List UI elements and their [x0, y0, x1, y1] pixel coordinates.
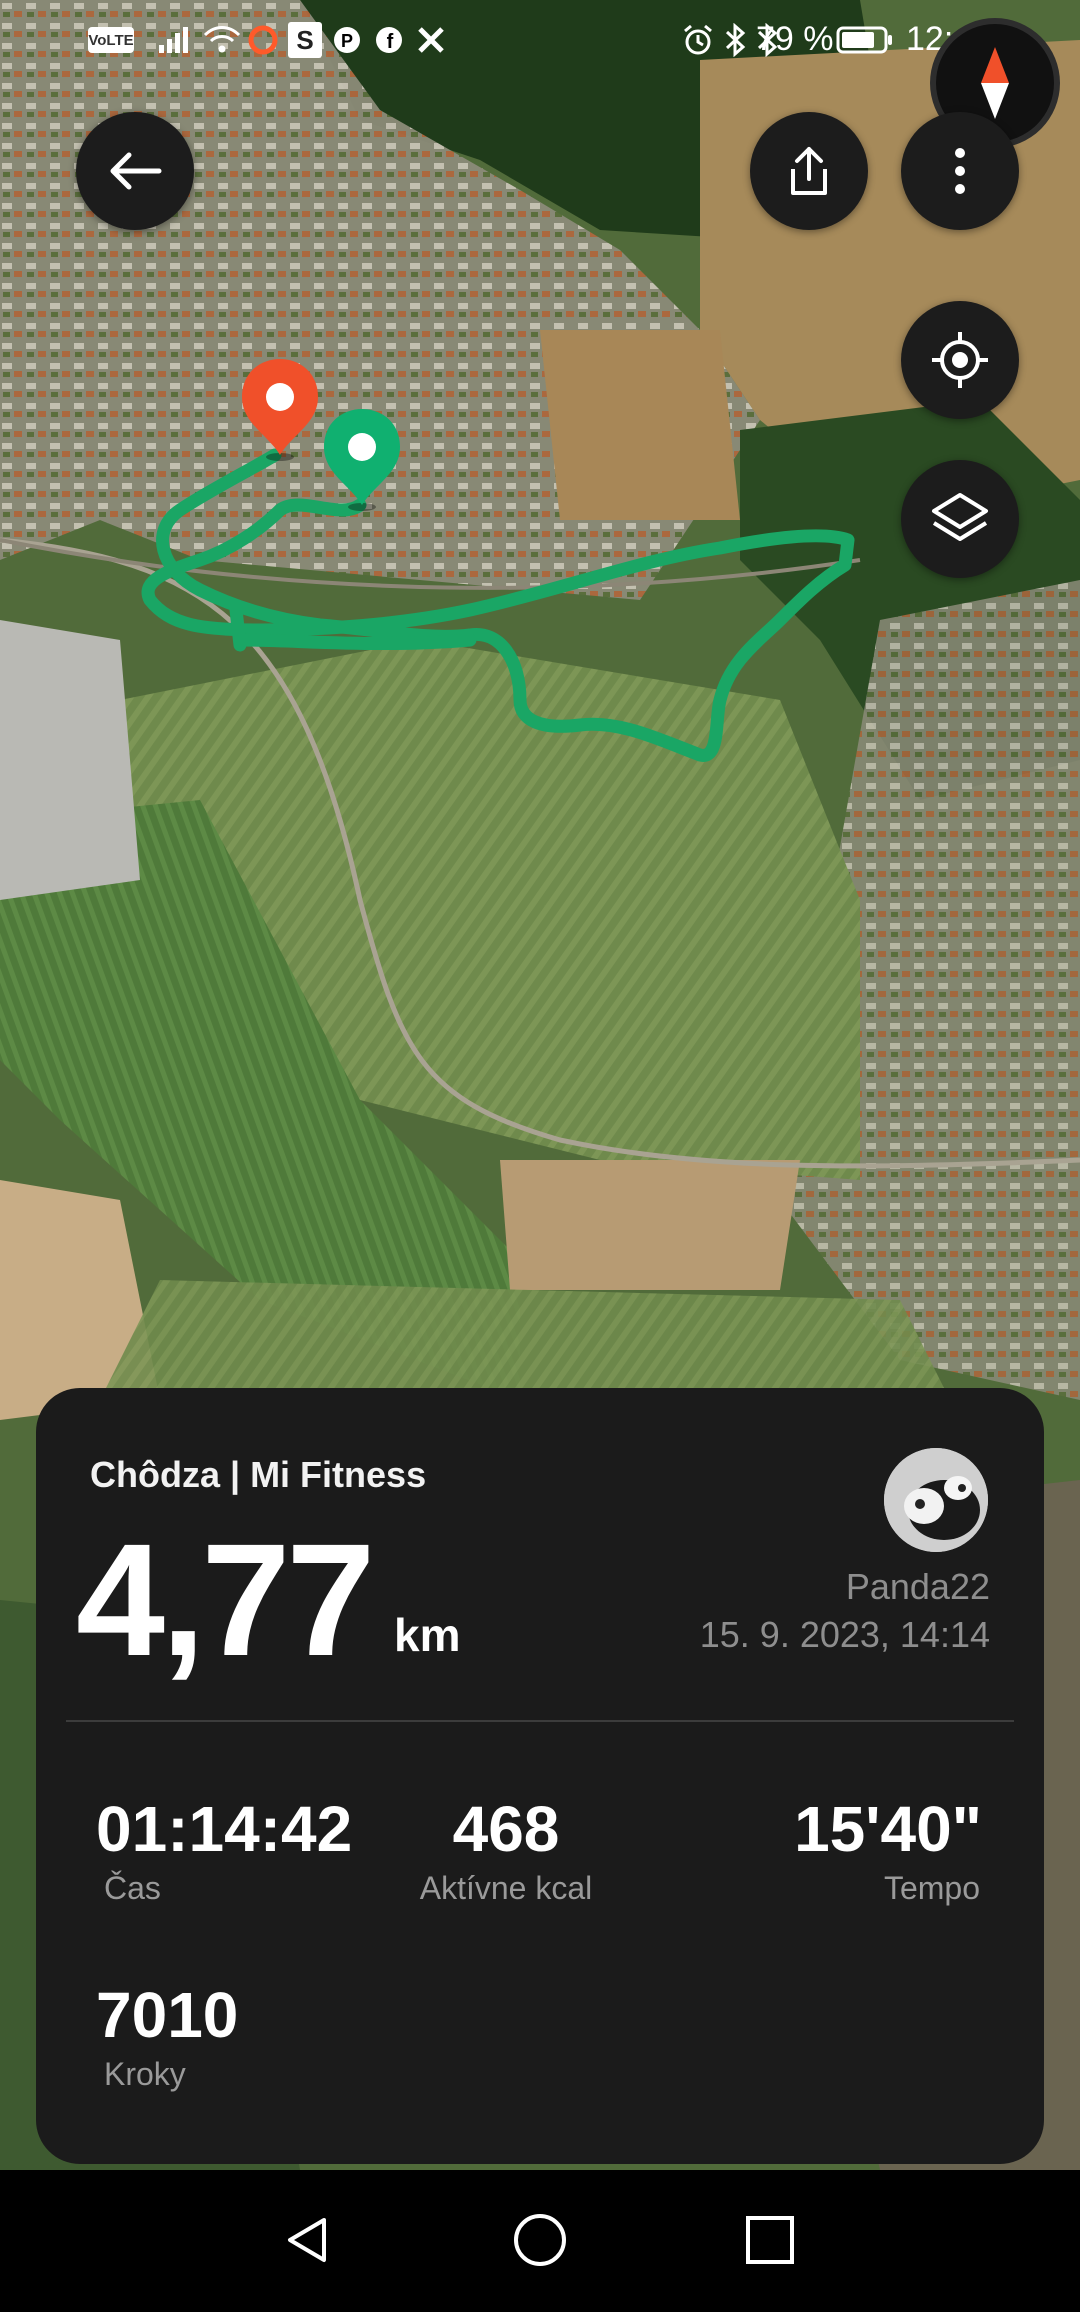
calories-value: 468 [452, 1793, 560, 1865]
my-location-icon [932, 332, 988, 388]
my-location-button[interactable] [901, 301, 1019, 419]
distance-value: 4,77 [76, 1510, 375, 1689]
layers-icon [932, 493, 988, 541]
status-bar: VoLTE S P f 79 % 12:43 [0, 0, 1080, 80]
alarm-icon [680, 22, 716, 58]
user-name: Panda22 [845, 1566, 990, 1607]
avatar[interactable] [884, 1448, 988, 1552]
facebook-icon: f [372, 22, 406, 58]
pace-label: Tempo [883, 1870, 980, 1906]
signal-icon [156, 22, 192, 58]
bluetooth-icon [718, 22, 752, 58]
pace-value: 15'40" [794, 1793, 982, 1865]
calories-label: Aktívne kcal [419, 1870, 593, 1906]
svg-text:f: f [387, 31, 394, 53]
workout-date: 15. 9. 2023, 14:14 [699, 1614, 990, 1655]
volte-icon: VoLTE [88, 27, 134, 53]
back-triangle-icon [288, 2218, 326, 2262]
share-button[interactable] [750, 112, 868, 230]
distance-unit: km [394, 1609, 461, 1661]
home-circle-icon [514, 2214, 566, 2266]
pinterest-icon: P [330, 22, 364, 58]
record-icon [246, 22, 280, 58]
duration-label: Čas [104, 1870, 161, 1906]
workout-summary-card[interactable]: Chôdza | Mi Fitness 4,77 km Panda22 15. … [36, 1388, 1044, 2164]
more-vert-icon [955, 148, 965, 194]
back-button[interactable] [76, 112, 194, 230]
more-options-button[interactable] [901, 112, 1019, 230]
back-arrow-icon [110, 152, 162, 190]
nav-home-button[interactable] [500, 2200, 580, 2280]
battery-percent: 79 % [756, 20, 834, 58]
s-app-icon: S [288, 22, 322, 58]
steps-value: 7010 [96, 1979, 239, 2051]
share-icon [791, 147, 827, 195]
svg-text:P: P [341, 31, 353, 51]
recents-square-icon [746, 2216, 794, 2264]
nav-recents-button[interactable] [730, 2200, 810, 2280]
steps-label: Kroky [104, 2056, 186, 2092]
divider [66, 1720, 1014, 1722]
battery-icon [836, 22, 894, 58]
volte-label: VoLTE [88, 31, 134, 49]
x-icon [414, 22, 448, 58]
system-nav-bar [0, 2170, 1080, 2312]
layers-button[interactable] [901, 460, 1019, 578]
workout-title: Chôdza | Mi Fitness [90, 1454, 427, 1495]
nav-back-button[interactable] [268, 2200, 348, 2280]
wifi-icon [202, 22, 242, 58]
